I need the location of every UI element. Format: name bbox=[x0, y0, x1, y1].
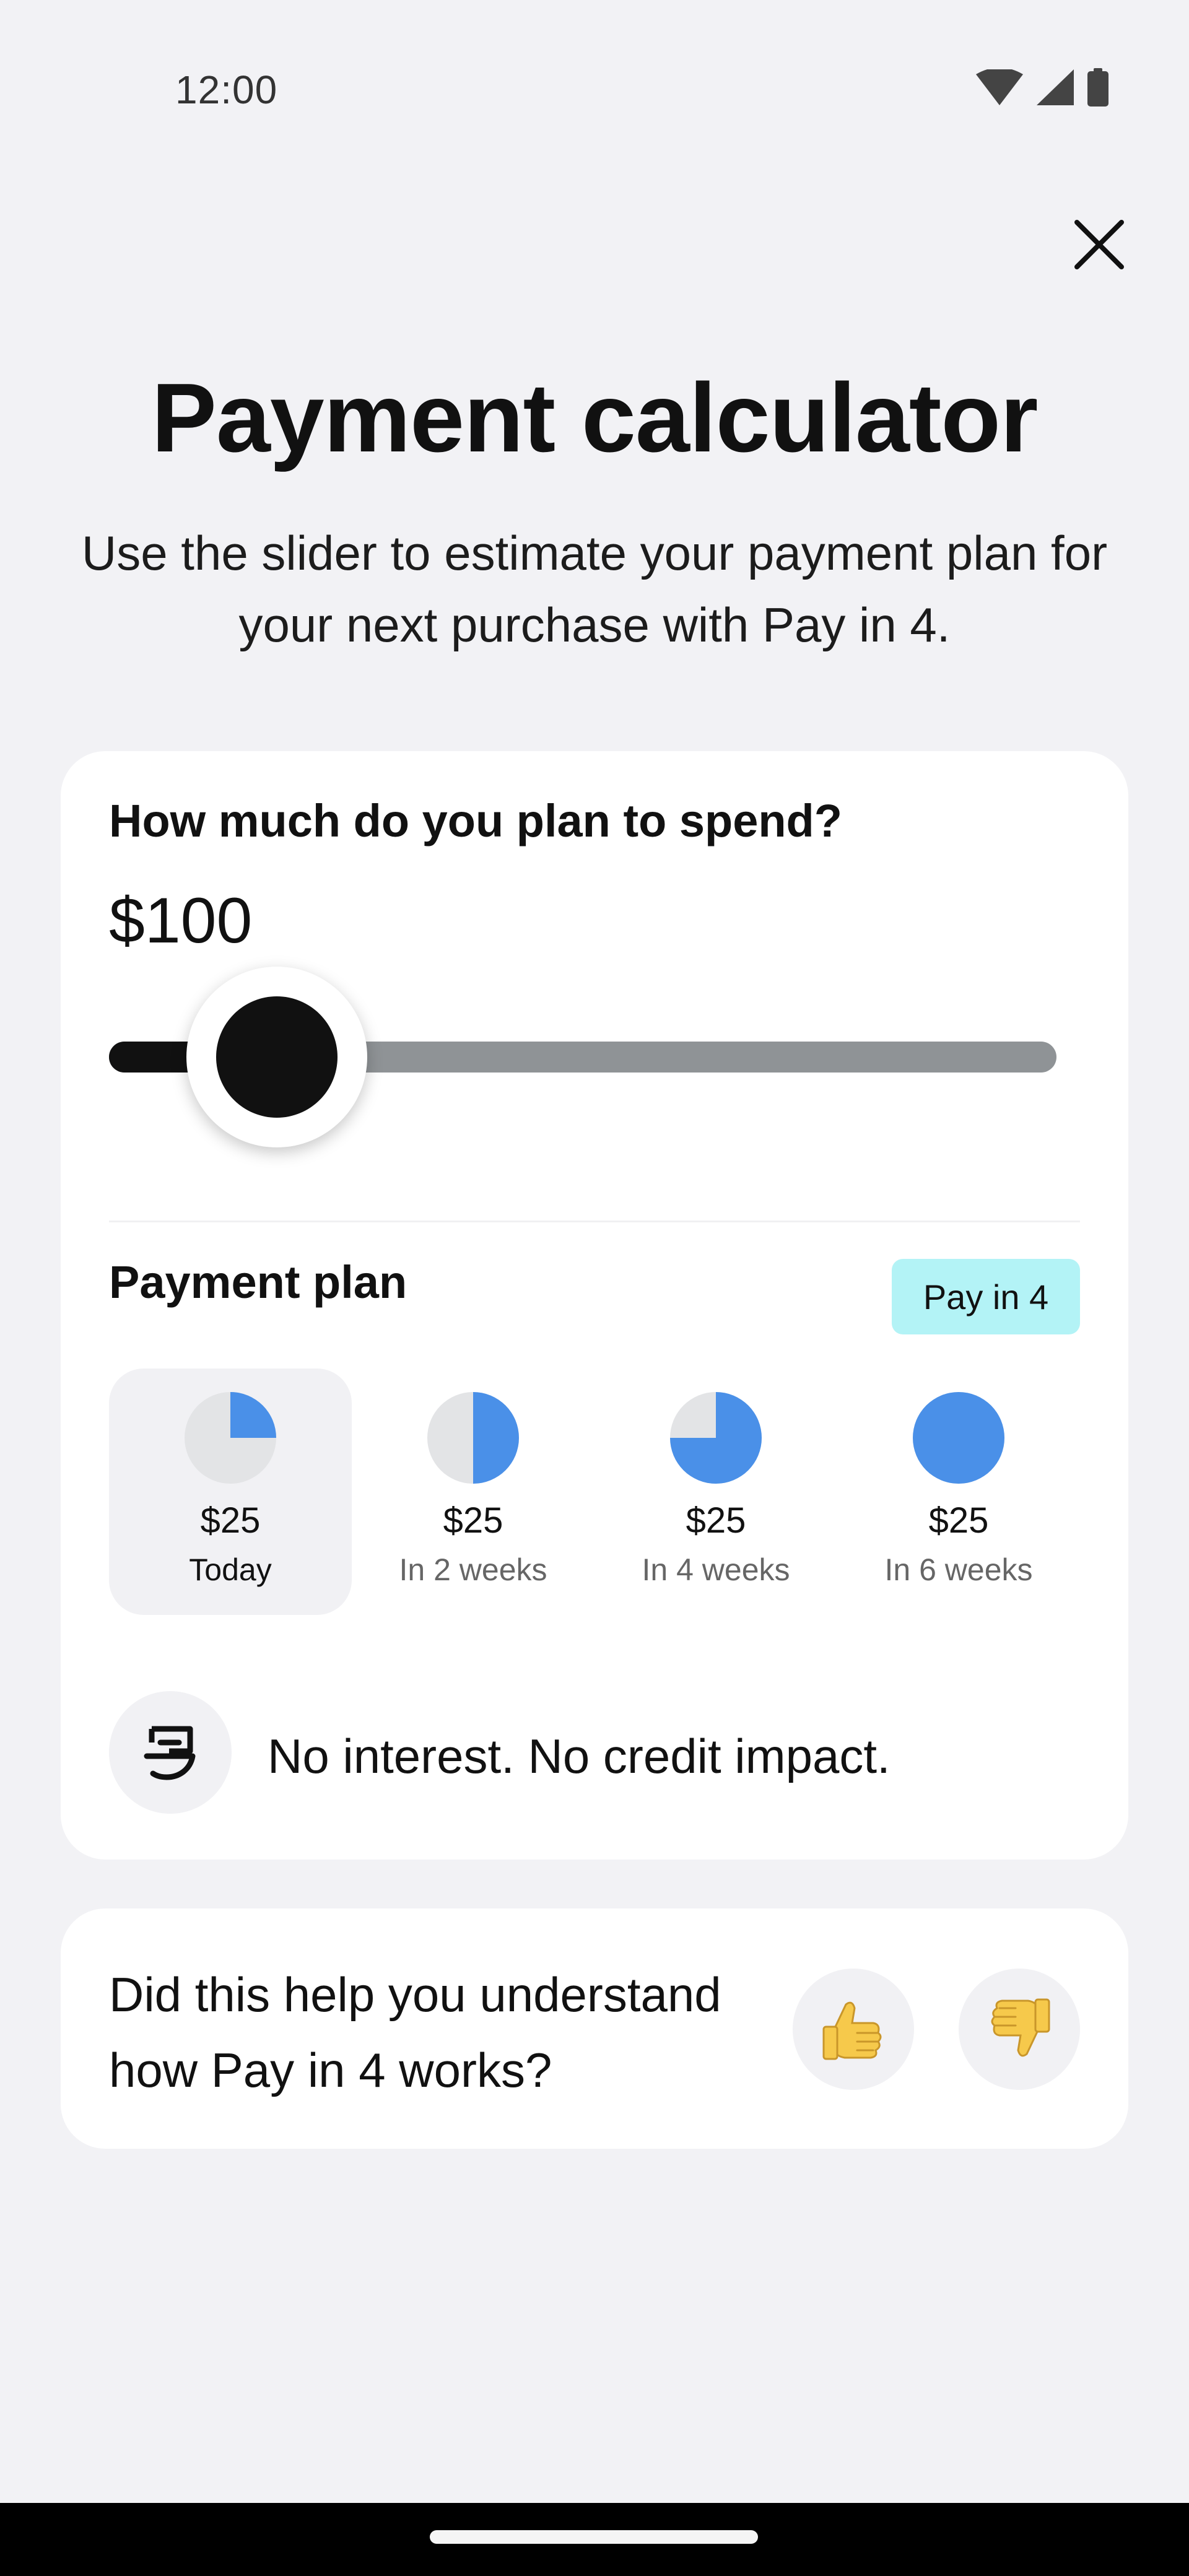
installment-list: $25 Today $25 In 2 weeks $25 In 4 weeks $25 In … bbox=[109, 1368, 1080, 1615]
status-time: 12:00 bbox=[175, 67, 278, 112]
paypal-logo-icon bbox=[109, 1691, 232, 1814]
slider-thumb[interactable] bbox=[186, 967, 367, 1147]
amount-slider[interactable] bbox=[109, 967, 1056, 1147]
spend-question: How much do you plan to spend? bbox=[109, 795, 842, 846]
feedback-question: Did this help you understand how Pay in … bbox=[109, 1967, 721, 2097]
thumbs-up-icon bbox=[822, 2001, 882, 2060]
payment-calculator-screen: 12:00 Payment calculator Use the slider … bbox=[0, 0, 1189, 2576]
thumbs-down-button[interactable] bbox=[959, 1969, 1080, 2090]
installment-progress-icon bbox=[185, 1392, 276, 1484]
close-icon bbox=[1074, 220, 1124, 269]
installment-amount: $25 bbox=[928, 1500, 989, 1541]
installment-amount: $25 bbox=[686, 1500, 746, 1541]
page-subtitle: Use the slider to estimate your payment … bbox=[81, 526, 1108, 652]
installment-progress-icon bbox=[427, 1392, 519, 1484]
status-icons bbox=[976, 68, 1108, 107]
installment-due: Today bbox=[189, 1552, 272, 1587]
installment-amount: $25 bbox=[443, 1500, 503, 1541]
system-nav-bar bbox=[0, 2503, 1189, 2576]
divider bbox=[109, 1221, 1080, 1222]
payment-plan-label: Payment plan bbox=[109, 1256, 407, 1308]
installment-due: In 4 weeks bbox=[642, 1552, 790, 1587]
home-indicator[interactable] bbox=[430, 2530, 758, 2544]
battery-icon bbox=[1087, 68, 1108, 107]
installment-amount: $25 bbox=[200, 1500, 261, 1541]
no-interest-notice: No interest. No credit impact. bbox=[268, 1729, 891, 1783]
slider-thumb-inner bbox=[216, 996, 338, 1118]
installment-progress-icon bbox=[913, 1392, 1004, 1484]
pay-in-4-badge: Pay in 4 bbox=[892, 1259, 1080, 1334]
close-button[interactable] bbox=[1065, 211, 1133, 279]
spend-amount: $100 bbox=[109, 885, 253, 957]
installment-item[interactable]: $25 In 6 weeks bbox=[837, 1368, 1080, 1615]
installment-item[interactable]: $25 In 4 weeks bbox=[594, 1368, 837, 1615]
installment-progress-icon bbox=[670, 1392, 762, 1484]
installment-due: In 2 weeks bbox=[399, 1552, 547, 1587]
installment-due: In 6 weeks bbox=[884, 1552, 1033, 1587]
thumbs-up-button[interactable] bbox=[793, 1969, 914, 2090]
signal-icon bbox=[1037, 69, 1074, 105]
installment-item[interactable]: $25 In 2 weeks bbox=[352, 1368, 594, 1615]
thumbs-down-icon bbox=[991, 1998, 1050, 2057]
page-title: Payment calculator bbox=[151, 363, 1039, 472]
installment-item[interactable]: $25 Today bbox=[109, 1368, 352, 1615]
wifi-icon bbox=[976, 69, 1023, 105]
feedback-card: Did this help you understand how Pay in … bbox=[61, 1908, 1128, 2149]
calculator-card: How much do you plan to spend? $100 Paym… bbox=[61, 751, 1128, 1860]
